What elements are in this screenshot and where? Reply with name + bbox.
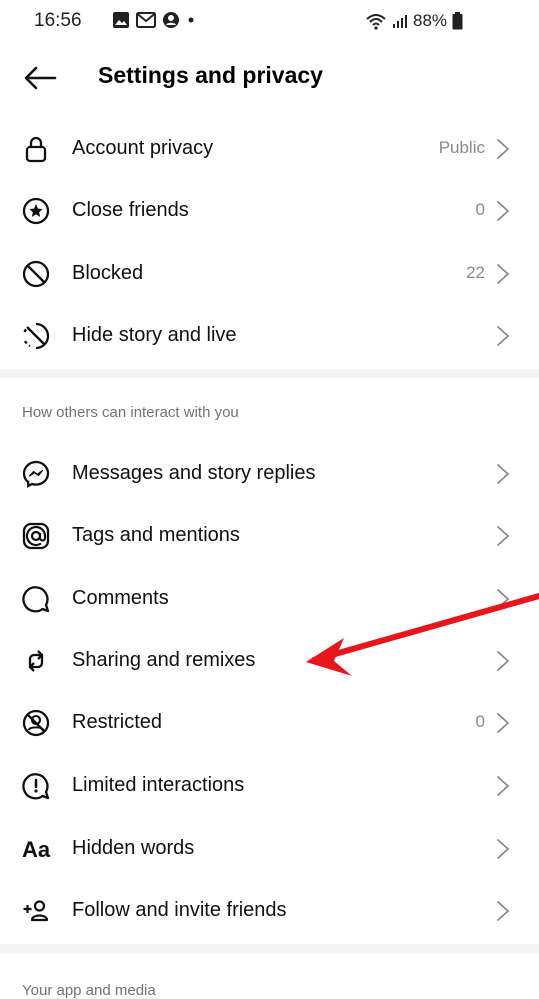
row-value: 22 (466, 263, 485, 282)
signal-icon (393, 15, 407, 28)
row-label: Close friends (72, 199, 189, 221)
row-value: 0 (475, 200, 485, 219)
section-title-interactions: How others can interact with you (22, 404, 239, 421)
row-label: Account privacy (72, 137, 214, 159)
restricted-icon (22, 709, 50, 737)
status-time: 16:56 (34, 10, 82, 31)
back-button[interactable] (22, 62, 58, 94)
row-label: Hidden words (72, 837, 195, 859)
comment-icon (22, 586, 50, 613)
row-label: Sharing and remixes (72, 649, 256, 671)
row-messages-and-story-replies[interactable]: Messages and story replies (0, 444, 539, 506)
status-bar: 16:56 88% (0, 0, 539, 42)
dot-icon (188, 17, 194, 23)
row-account-privacy[interactable]: Account privacy Public (0, 119, 539, 181)
row-tags-and-mentions[interactable]: Tags and mentions (0, 506, 539, 568)
lock-icon (25, 136, 47, 163)
back-arrow-icon (24, 66, 57, 90)
row-hidden-words[interactable]: Aa Hidden words (0, 819, 539, 881)
header: Settings and privacy (0, 52, 539, 104)
section-divider (0, 369, 539, 378)
limited-interactions-icon (22, 773, 50, 800)
row-close-friends[interactable]: Close friends 0 (0, 181, 539, 243)
chevron-right-icon (497, 526, 510, 546)
hide-story-icon (23, 322, 50, 350)
row-label: Tags and mentions (72, 524, 240, 546)
add-person-icon (23, 900, 49, 922)
row-blocked[interactable]: Blocked 22 (0, 244, 539, 306)
row-hide-story-and-live[interactable]: Hide story and live (0, 306, 539, 368)
system-status: 88% (365, 11, 463, 31)
battery-icon (452, 12, 463, 30)
battery-percent: 88% (413, 11, 448, 30)
chevron-right-icon (497, 264, 510, 284)
chevron-right-icon (497, 713, 510, 733)
at-sign-icon (22, 522, 50, 550)
section-title-app-media: Your app and media (22, 982, 156, 999)
star-circle-icon (22, 197, 50, 225)
row-label: Comments (72, 587, 169, 609)
gmail-notification-icon (136, 12, 156, 28)
chevron-right-icon (497, 326, 510, 346)
row-label: Hide story and live (72, 324, 237, 346)
row-label: Messages and story replies (72, 462, 316, 484)
row-follow-and-invite-friends[interactable]: Follow and invite friends (0, 881, 539, 943)
row-value: Public (438, 138, 485, 157)
remix-icon (28, 650, 44, 672)
chevron-right-icon (497, 901, 510, 921)
gallery-notification-icon (113, 12, 129, 28)
row-restricted[interactable]: Restricted 0 (0, 693, 539, 755)
hidden-words-icon: Aa (22, 837, 51, 862)
chevron-right-icon (497, 139, 510, 159)
blocked-icon (22, 260, 50, 288)
chevron-right-icon (497, 839, 510, 859)
wifi-icon (366, 14, 386, 30)
row-label: Limited interactions (72, 774, 245, 796)
notification-icons (112, 11, 196, 29)
row-limited-interactions[interactable]: Limited interactions (0, 756, 539, 818)
page-title: Settings and privacy (98, 62, 323, 88)
chevron-right-icon (497, 464, 510, 484)
chevron-right-icon (497, 201, 510, 221)
account-notification-icon (163, 12, 179, 28)
messenger-icon (22, 460, 50, 488)
section-divider (0, 944, 539, 953)
annotation-arrow (306, 593, 539, 676)
row-value: 0 (475, 712, 485, 731)
row-label: Blocked (72, 262, 144, 284)
chevron-right-icon (497, 776, 510, 796)
row-label: Restricted (72, 711, 163, 733)
row-label: Follow and invite friends (72, 899, 287, 921)
